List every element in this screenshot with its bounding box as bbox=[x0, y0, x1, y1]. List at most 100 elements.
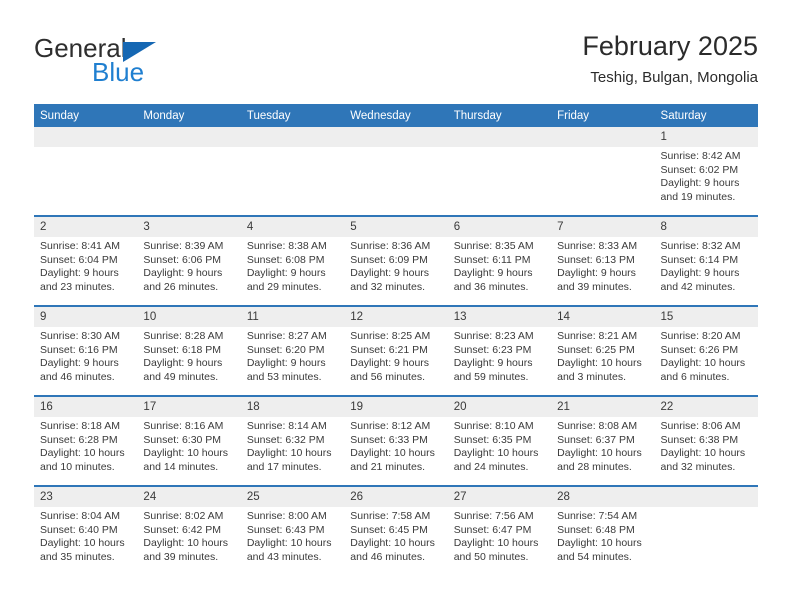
day-sun-info: Sunrise: 7:54 AM Sunset: 6:48 PM Daylight:… bbox=[551, 507, 654, 564]
day-cell-content: 9 Sunrise: 8:30 AM Sunset: 6:16 PM Daylight… bbox=[34, 307, 138, 395]
daylight-duration-line2: and 46 minutes. bbox=[350, 550, 425, 563]
day-cell-content: 2 Sunrise: 8:41 AM Sunset: 6:04 PM Daylight… bbox=[34, 217, 138, 305]
day-sun-info: Sunrise: 8:02 AM Sunset: 6:42 PM Daylight:… bbox=[137, 507, 240, 564]
day-number: 4 bbox=[240, 217, 345, 237]
sunrise-time: Sunrise: 8:12 AM bbox=[350, 420, 431, 432]
calendar-day-cell[interactable]: 10 Sunrise: 8:28 AM Sunset: 6:18 PM Dayligh… bbox=[137, 305, 241, 396]
daylight-duration-line2: and 10 minutes. bbox=[40, 460, 115, 473]
day-number: 6 bbox=[447, 217, 552, 237]
calendar-day-cell[interactable]: 28 Sunrise: 7:54 AM Sunset: 6:48 PM Dayligh… bbox=[551, 485, 655, 575]
day-cell-content: 22 Sunrise: 8:06 AM Sunset: 6:38 PM Dayligh… bbox=[654, 397, 758, 485]
daylight-duration-line2: and 32 minutes. bbox=[660, 460, 736, 473]
day-sun-info: Sunrise: 8:42 AM Sunset: 6:02 PM Daylight:… bbox=[655, 147, 758, 204]
daylight-duration-line1: Daylight: 10 hours bbox=[453, 447, 539, 460]
day-number: 18 bbox=[240, 397, 345, 417]
sunrise-time: Sunrise: 8:00 AM bbox=[246, 510, 327, 522]
day-sun-info: Sunrise: 8:41 AM Sunset: 6:04 PM Daylight:… bbox=[34, 237, 137, 294]
calendar-day-cell[interactable]: 27 Sunrise: 7:56 AM Sunset: 6:47 PM Dayligh… bbox=[447, 485, 552, 575]
calendar-day-cell[interactable]: 20 Sunrise: 8:10 AM Sunset: 6:35 PM Dayligh… bbox=[447, 395, 552, 486]
calendar-day-cell[interactable]: 25 Sunrise: 8:00 AM Sunset: 6:43 PM Dayligh… bbox=[240, 485, 345, 575]
day-sun-info: Sunrise: 8:18 AM Sunset: 6:28 PM Daylight:… bbox=[34, 417, 137, 474]
day-sun-info: Sunrise: 8:00 AM Sunset: 6:43 PM Daylight:… bbox=[241, 507, 344, 564]
sunset-time: Sunset: 6:26 PM bbox=[660, 343, 739, 356]
day-number: 19 bbox=[344, 397, 448, 417]
calendar-day-cell[interactable]: 17 Sunrise: 8:16 AM Sunset: 6:30 PM Dayligh… bbox=[137, 395, 241, 486]
sunset-time: Sunset: 6:43 PM bbox=[246, 523, 325, 536]
calendar-head: Sunday Monday Tuesday Wednesday Thursday… bbox=[34, 104, 758, 127]
daylight-duration-line1: Daylight: 10 hours bbox=[350, 537, 435, 550]
day-cell-content: 23 Sunrise: 8:04 AM Sunset: 6:40 PM Dayligh… bbox=[34, 487, 138, 575]
calendar-week-row: 2 Sunrise: 8:41 AM Sunset: 6:04 PM Daylight… bbox=[34, 215, 758, 306]
day-number: 3 bbox=[137, 217, 241, 237]
day-sun-info: Sunrise: 8:39 AM Sunset: 6:06 PM Daylight:… bbox=[137, 237, 240, 294]
daylight-duration-line2: and 36 minutes. bbox=[453, 280, 529, 293]
day-sun-info: Sunrise: 8:08 AM Sunset: 6:37 PM Daylight:… bbox=[551, 417, 654, 474]
sunset-time: Sunset: 6:11 PM bbox=[453, 253, 531, 266]
daylight-duration-line2: and 14 minutes. bbox=[143, 460, 219, 473]
day-cell-content: 17 Sunrise: 8:16 AM Sunset: 6:30 PM Dayligh… bbox=[137, 397, 241, 485]
calendar-day-cell[interactable]: 3 Sunrise: 8:39 AM Sunset: 6:06 PM Daylight… bbox=[137, 215, 241, 306]
calendar-day-cell[interactable]: 14 Sunrise: 8:21 AM Sunset: 6:25 PM Dayligh… bbox=[551, 305, 655, 396]
day-sun-info: Sunrise: 8:36 AM Sunset: 6:09 PM Daylight:… bbox=[344, 237, 447, 294]
daylight-duration-line2: and 26 minutes. bbox=[143, 280, 219, 293]
sunset-time: Sunset: 6:13 PM bbox=[557, 253, 635, 266]
day-sun-info: Sunrise: 8:20 AM Sunset: 6:26 PM Daylight:… bbox=[655, 327, 758, 384]
daylight-duration-line2: and 28 minutes. bbox=[557, 460, 632, 473]
day-cell-content: 27 Sunrise: 7:56 AM Sunset: 6:47 PM Dayligh… bbox=[447, 487, 552, 575]
sunset-time: Sunset: 6:25 PM bbox=[557, 343, 635, 356]
day-sun-info: Sunrise: 8:14 AM Sunset: 6:32 PM Daylight:… bbox=[241, 417, 344, 474]
calendar-day-cell[interactable]: 24 Sunrise: 8:02 AM Sunset: 6:42 PM Dayligh… bbox=[137, 485, 241, 575]
weekday-header-monday: Monday bbox=[137, 104, 241, 127]
weekday-header-row: Sunday Monday Tuesday Wednesday Thursday… bbox=[34, 104, 758, 127]
day-cell-content: 6 Sunrise: 8:35 AM Sunset: 6:11 PM Daylight… bbox=[447, 217, 552, 305]
day-number: 23 bbox=[34, 487, 138, 507]
daylight-duration-line2: and 24 minutes. bbox=[453, 460, 529, 473]
calendar-day-cell[interactable]: 22 Sunrise: 8:06 AM Sunset: 6:38 PM Dayligh… bbox=[654, 395, 758, 486]
calendar-day-cell[interactable]: 19 Sunrise: 8:12 AM Sunset: 6:33 PM Dayligh… bbox=[344, 395, 448, 486]
daylight-duration-line2: and 56 minutes. bbox=[350, 370, 425, 383]
daylight-duration-line2: and 43 minutes. bbox=[246, 550, 322, 563]
day-number: 2 bbox=[34, 217, 138, 237]
calendar-day-cell[interactable]: 4 Sunrise: 8:38 AM Sunset: 6:08 PM Daylight… bbox=[240, 215, 345, 306]
sunrise-time: Sunrise: 8:14 AM bbox=[246, 420, 327, 432]
calendar-day-cell[interactable]: 5 Sunrise: 8:36 AM Sunset: 6:09 PM Daylight… bbox=[344, 215, 448, 306]
day-cell-content bbox=[551, 127, 655, 215]
sunset-time: Sunset: 6:04 PM bbox=[40, 253, 118, 266]
daylight-duration-line2: and 54 minutes. bbox=[557, 550, 632, 563]
day-sun-info: Sunrise: 8:10 AM Sunset: 6:35 PM Daylight:… bbox=[448, 417, 551, 474]
daylight-duration-line1: Daylight: 10 hours bbox=[557, 357, 642, 370]
calendar-day-cell[interactable]: 11 Sunrise: 8:27 AM Sunset: 6:20 PM Dayligh… bbox=[240, 305, 345, 396]
calendar-day-cell[interactable]: 2 Sunrise: 8:41 AM Sunset: 6:04 PM Daylight… bbox=[34, 215, 138, 306]
day-cell-content bbox=[447, 127, 552, 215]
general-blue-logo[interactable]: General Blue bbox=[34, 34, 244, 90]
daylight-duration-line1: Daylight: 10 hours bbox=[143, 447, 229, 460]
calendar-day-cell[interactable]: 23 Sunrise: 8:04 AM Sunset: 6:40 PM Dayligh… bbox=[34, 485, 138, 575]
calendar-day-cell[interactable]: 26 Sunrise: 7:58 AM Sunset: 6:45 PM Dayligh… bbox=[344, 485, 448, 575]
calendar-day-cell[interactable]: 9 Sunrise: 8:30 AM Sunset: 6:16 PM Daylight… bbox=[34, 305, 138, 396]
calendar-day-cell[interactable]: 12 Sunrise: 8:25 AM Sunset: 6:21 PM Dayligh… bbox=[344, 305, 448, 396]
day-cell-content: 14 Sunrise: 8:21 AM Sunset: 6:25 PM Dayligh… bbox=[551, 307, 655, 395]
calendar-day-cell[interactable]: 8 Sunrise: 8:32 AM Sunset: 6:14 PM Daylight… bbox=[654, 215, 758, 306]
sunrise-time: Sunrise: 8:18 AM bbox=[40, 420, 120, 432]
daylight-duration-line2: and 42 minutes. bbox=[660, 280, 736, 293]
calendar-day-cell[interactable]: 6 Sunrise: 8:35 AM Sunset: 6:11 PM Daylight… bbox=[447, 215, 552, 306]
sunset-time: Sunset: 6:23 PM bbox=[453, 343, 532, 356]
calendar-day-cell[interactable]: 7 Sunrise: 8:33 AM Sunset: 6:13 PM Daylight… bbox=[551, 215, 655, 306]
calendar-day-cell[interactable]: 13 Sunrise: 8:23 AM Sunset: 6:23 PM Dayligh… bbox=[447, 305, 552, 396]
calendar-day-cell[interactable]: 16 Sunrise: 8:18 AM Sunset: 6:28 PM Dayligh… bbox=[34, 395, 138, 486]
day-cell-content bbox=[34, 127, 138, 215]
daylight-duration-line2: and 50 minutes. bbox=[453, 550, 529, 563]
daylight-duration-line2: and 17 minutes. bbox=[246, 460, 322, 473]
calendar-page: General Blue February 2025 Teshig, Bulga… bbox=[0, 0, 792, 612]
calendar-week-row: 16 Sunrise: 8:18 AM Sunset: 6:28 PM Dayligh… bbox=[34, 395, 758, 486]
calendar-day-cell[interactable]: 18 Sunrise: 8:14 AM Sunset: 6:32 PM Dayligh… bbox=[240, 395, 345, 486]
calendar-day-cell[interactable]: 21 Sunrise: 8:08 AM Sunset: 6:37 PM Dayligh… bbox=[551, 395, 655, 486]
weekday-header-tuesday: Tuesday bbox=[240, 104, 345, 127]
day-sun-info: Sunrise: 7:58 AM Sunset: 6:45 PM Daylight:… bbox=[344, 507, 447, 564]
daylight-duration-line1: Daylight: 9 hours bbox=[660, 177, 740, 190]
calendar-day-cell[interactable]: 1 Sunrise: 8:42 AM Sunset: 6:02 PM Daylight… bbox=[654, 127, 758, 216]
calendar-day-cell[interactable]: 15 Sunrise: 8:20 AM Sunset: 6:26 PM Dayligh… bbox=[654, 305, 758, 396]
day-cell-content bbox=[654, 487, 758, 575]
day-sun-info: Sunrise: 8:28 AM Sunset: 6:18 PM Daylight:… bbox=[137, 327, 240, 384]
day-cell-content: 10 Sunrise: 8:28 AM Sunset: 6:18 PM Dayligh… bbox=[137, 307, 241, 395]
